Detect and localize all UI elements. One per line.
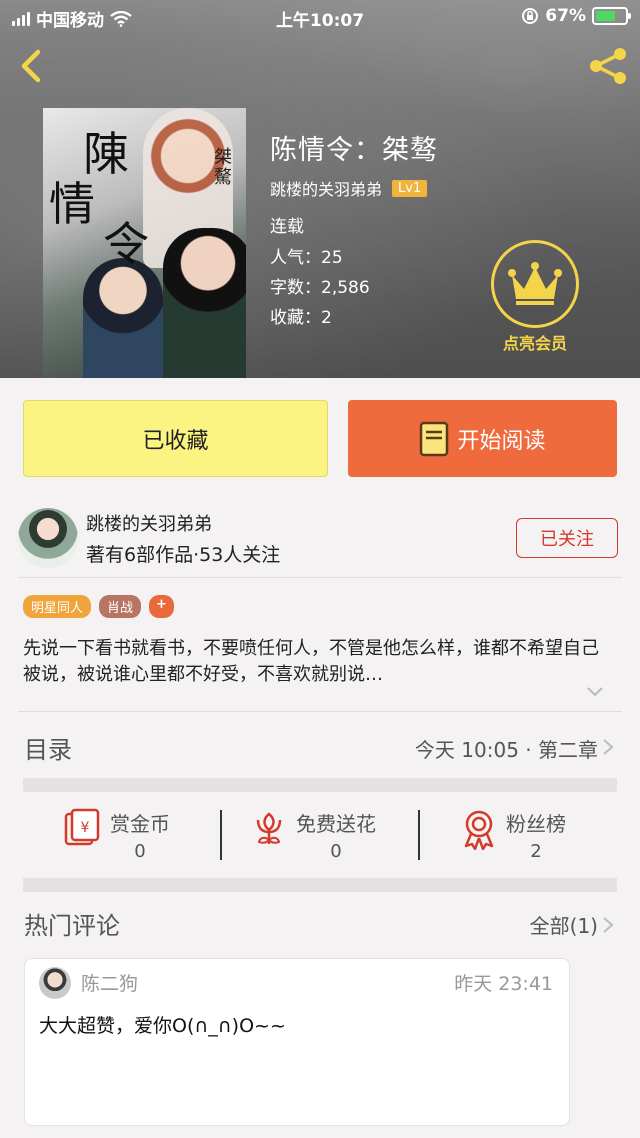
book-author[interactable]: 跳楼的关羽弟弟 [270, 176, 382, 200]
table-of-contents-row[interactable]: 目录 今天 10:05 · 第二章 [0, 712, 640, 778]
tag-list: 明星同人 肖战 + [23, 595, 174, 618]
book-author-row: 跳楼的关羽弟弟 Lv1 [270, 176, 428, 200]
fan-ranking-label: 粉丝榜 [506, 812, 566, 836]
hot-comments-label: 热门评论 [24, 912, 120, 940]
toc-latest-chapter: 今天 10:05 · 第二章 [414, 738, 598, 762]
section-divider [23, 778, 617, 792]
toc-label: 目录 [24, 736, 72, 764]
chevron-down-icon[interactable] [586, 686, 604, 698]
chevron-right-icon[interactable] [602, 916, 614, 934]
author-card[interactable]: 跳楼的关羽弟弟 著有6部作品·53人关注 已关注 [0, 500, 640, 576]
reward-coins-button[interactable]: ¥ 赏金币 0 [62, 808, 170, 862]
reward-label: 赏金币 [110, 812, 170, 836]
send-flower-button[interactable]: 免费送花 0 [250, 808, 376, 862]
cover-title-char: 令 [103, 217, 149, 271]
follow-button[interactable]: 已关注 [516, 518, 618, 558]
book-popularity: 人气：25 [270, 248, 343, 268]
all-comments-link[interactable]: 全部(1) [530, 910, 598, 939]
flower-label: 免费送花 [296, 812, 376, 836]
book-title: 陈情令：桀骜 [270, 135, 438, 166]
reward-count: 0 [134, 841, 146, 862]
status-bar: 中国移动 上午10:07 67% [0, 0, 640, 34]
commenter-name[interactable]: 陈二狗 [81, 969, 138, 996]
book-synopsis[interactable]: 先说一下看书就看书，不要喷任何人，不管是他怎么样，谁都不希望自己被说，被说谁心里… [23, 636, 603, 688]
cover-title-char: 情 [49, 177, 95, 231]
battery-percent: 67% [545, 6, 586, 26]
vip-label: 点亮会员 [502, 334, 567, 353]
cover-figure [83, 258, 163, 378]
book-favorites: 收藏：2 [270, 308, 332, 328]
tag-item[interactable]: 明星同人 [23, 595, 92, 618]
flower-count: 0 [330, 841, 342, 862]
comment-text: 大大超赞，爱你O(∩_∩)O~~ [39, 1015, 286, 1037]
book-word-count: 字数：2,586 [270, 278, 370, 298]
book-cover[interactable]: 陳 情 令 桀驁 [43, 108, 246, 378]
book-header: 中国移动 上午10:07 67% 陳 情 令 桀驁 陈情令：桀骜 跳楼的关羽弟弟… [0, 0, 640, 378]
start-reading-label: 开始阅读 [457, 428, 546, 454]
author-stats: 著有6部作品·53人关注 [86, 544, 281, 566]
chevron-right-icon [603, 739, 614, 755]
rotation-lock-icon [522, 8, 539, 24]
book-icon [420, 421, 449, 456]
flower-icon [256, 812, 282, 844]
medal-icon [464, 810, 494, 850]
crown-icon [508, 262, 562, 305]
book-status: 连载 [270, 217, 304, 237]
battery-icon [592, 7, 631, 25]
collect-button[interactable]: 已收藏 [23, 400, 328, 477]
hot-comments-header: 热门评论 全部(1) [0, 892, 640, 952]
start-reading-button[interactable]: 开始阅读 [348, 400, 617, 477]
back-icon[interactable] [12, 44, 52, 88]
divider [220, 810, 222, 860]
vip-button[interactable]: 点亮会员 [490, 240, 580, 354]
svg-text:¥: ¥ [81, 820, 90, 836]
fan-ranking-button[interactable]: 粉丝榜 2 [460, 808, 566, 862]
level-badge: Lv1 [392, 179, 428, 197]
add-tag-button[interactable]: + [149, 595, 174, 618]
commenter-avatar[interactable] [39, 967, 71, 999]
collect-label: 已收藏 [142, 428, 209, 454]
author-name: 跳楼的关羽弟弟 [86, 514, 212, 535]
section-divider [23, 878, 617, 892]
support-actions: ¥ 赏金币 0 免费送花 0 粉丝榜 2 [0, 792, 640, 878]
divider [18, 577, 622, 578]
comment-card[interactable]: 陈二狗 昨天 23:41 大大超赞，爱你O(∩_∩)O~~ [24, 958, 570, 1126]
divider [418, 810, 420, 860]
red-envelope-icon: ¥ [64, 808, 100, 846]
cover-figure [163, 228, 246, 378]
author-avatar[interactable] [18, 508, 78, 568]
share-icon[interactable] [586, 46, 630, 86]
tag-item[interactable]: 肖战 [99, 595, 142, 618]
cover-subtitle: 桀驁 [214, 147, 232, 188]
fan-ranking-count: 2 [530, 841, 542, 862]
comment-time: 昨天 23:41 [454, 973, 553, 995]
follow-label: 已关注 [540, 529, 594, 550]
